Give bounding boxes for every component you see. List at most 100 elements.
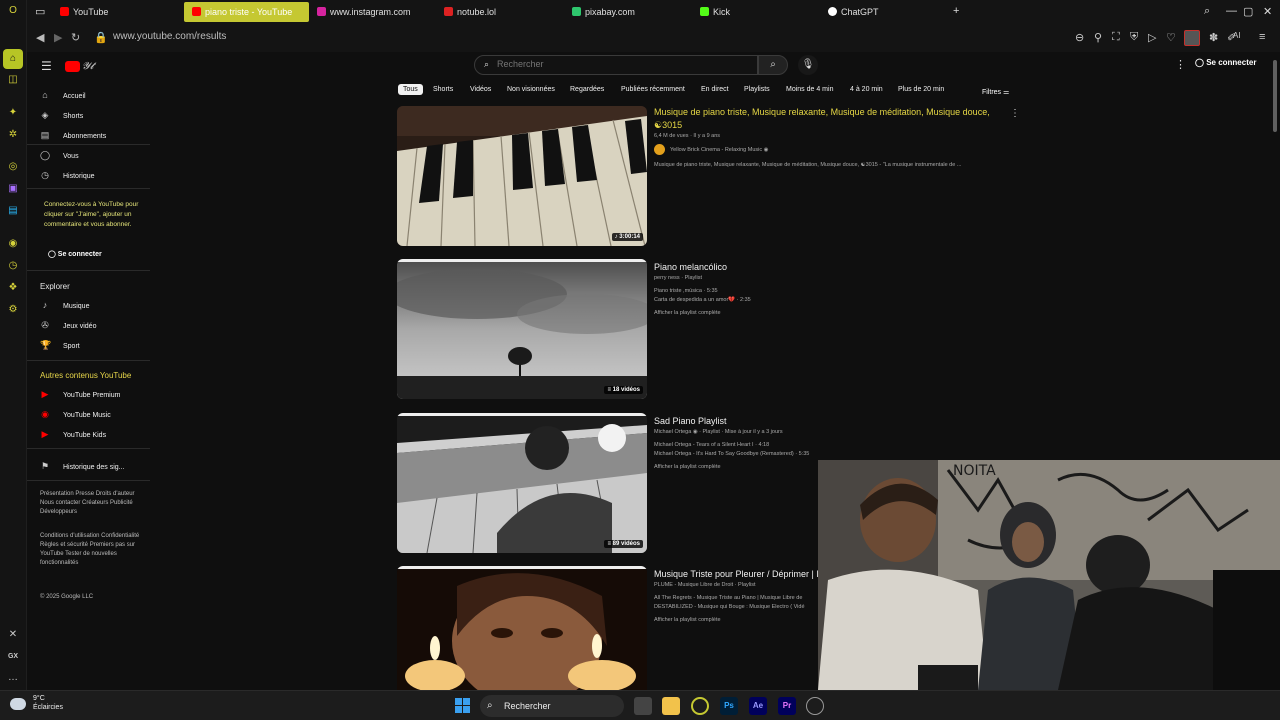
chip-videos[interactable]: Vidéos xyxy=(470,86,491,93)
channel-avatar[interactable] xyxy=(654,144,665,155)
weather-widget[interactable]: 9°C Éclaircies xyxy=(10,694,63,712)
sign-in-button[interactable]: ◯ Se connecter xyxy=(1195,58,1256,67)
search-button[interactable]: ⌕ xyxy=(758,55,788,75)
guide-item-history[interactable]: ◷ Historique xyxy=(40,170,94,181)
playlist-thumbnail[interactable]: ≡ 89 vidéos xyxy=(397,413,647,553)
pin-page-icon[interactable]: ⚲ xyxy=(1094,31,1102,44)
app-icon[interactable] xyxy=(806,697,824,715)
settings-icon[interactable]: ⚙ xyxy=(6,303,20,317)
history-icon[interactable]: ◷ xyxy=(6,259,20,273)
chip-all[interactable]: Tous xyxy=(398,84,423,95)
playlist-video-line[interactable]: Michael Ortega - Tears of a Silent Heart… xyxy=(654,441,1004,450)
youtube-logo[interactable]: 𝓨𝓽 xyxy=(65,58,94,76)
extensions-icon[interactable]: ❖ xyxy=(6,281,20,295)
playlist-title[interactable]: Piano melancólico xyxy=(654,261,1004,274)
extension-icon[interactable]: ✽ xyxy=(1209,31,1218,44)
show-full-playlist-link[interactable]: Afficher la playlist complète xyxy=(654,617,819,623)
search-input[interactable] xyxy=(497,59,747,69)
heart-icon[interactable]: ♡ xyxy=(1166,31,1176,44)
messenger-icon[interactable]: ▤ xyxy=(6,204,20,218)
guide-item-kids[interactable]: ▶ YouTube Kids xyxy=(40,429,107,440)
show-full-playlist-link[interactable]: Afficher la playlist complète xyxy=(654,310,1004,316)
back-icon[interactable]: ◀ xyxy=(36,31,44,44)
guide-item-home[interactable]: ⌂ Accueil xyxy=(40,90,85,100)
guide-item-premium[interactable]: ▶ YouTube Premium xyxy=(40,389,121,400)
tab-menu-icon[interactable]: ▭ xyxy=(35,5,45,18)
maximize-icon[interactable]: ▢ xyxy=(1243,5,1253,18)
minimize-icon[interactable]: — xyxy=(1226,5,1237,17)
discord-icon[interactable]: ✲ xyxy=(6,128,20,142)
tab-kick[interactable]: Kick xyxy=(700,2,730,22)
windows-start-icon[interactable] xyxy=(455,698,471,714)
ai-button[interactable]: AI xyxy=(1233,31,1241,40)
opera-logo-icon[interactable]: O xyxy=(6,4,20,18)
voice-search-icon[interactable]: 🎙 xyxy=(798,55,818,75)
guide-item-music-app[interactable]: ◉ YouTube Music xyxy=(40,409,111,420)
chip-watched[interactable]: Regardées xyxy=(570,86,604,93)
guide-item-you[interactable]: ◯ Vous xyxy=(40,150,79,161)
forward-icon[interactable]: ▶ xyxy=(54,31,62,44)
playlist-video-line[interactable]: Carta de despedida a un amor💔 · 2:35 xyxy=(654,296,1004,305)
opera-gx-icon[interactable] xyxy=(691,697,709,715)
shield-icon[interactable]: ⛨ xyxy=(1130,31,1138,44)
guide-item-music[interactable]: ♪ Musique xyxy=(40,300,90,310)
search-tabs-icon[interactable]: ⌕ xyxy=(1204,5,1210,18)
chip-under-4[interactable]: Moins de 4 min xyxy=(786,86,833,93)
tab-instagram[interactable]: www.instagram.com xyxy=(317,2,411,22)
tab-youtube[interactable]: YouTube xyxy=(60,2,108,22)
guide-item-gaming[interactable]: ✇ Jeux vidéo xyxy=(40,320,96,331)
guide-item-report-history[interactable]: ⚑ Historique des sig... xyxy=(40,461,125,472)
menu-icon[interactable]: ≡ xyxy=(1259,31,1265,43)
file-explorer-icon[interactable] xyxy=(662,697,680,715)
player-icon[interactable]: ◉ xyxy=(6,237,20,251)
footer-policies[interactable]: Conditions d'utilisation Confidentialité… xyxy=(40,532,150,568)
gx-corner-icon[interactable]: ✦ xyxy=(6,106,20,120)
task-view-icon[interactable] xyxy=(634,697,652,715)
after-effects-icon[interactable]: Ae xyxy=(749,697,767,715)
new-tab-button[interactable]: + xyxy=(953,5,959,17)
tab-pixabay[interactable]: pixabay.com xyxy=(572,2,635,22)
video-title[interactable]: Musique de piano triste, Musique relaxan… xyxy=(654,106,1004,132)
playlist-video-line[interactable]: DESTABILIZED - Musique qui Bouge : Musiq… xyxy=(654,603,819,612)
premiere-icon[interactable]: Pr xyxy=(778,697,796,715)
page-scrollbar[interactable] xyxy=(1273,60,1277,132)
video-thumbnail[interactable]: ♪ 3:00:14 xyxy=(397,106,647,246)
profile-avatar-icon[interactable] xyxy=(1184,30,1200,46)
guide-menu-icon[interactable]: ☰ xyxy=(41,59,52,73)
playlist-title[interactable]: Musique Triste pour Pleurer / Déprimer |… xyxy=(654,568,819,581)
playlist-video-line[interactable]: Piano triste ,música · 5:35 xyxy=(654,287,1004,296)
close-icon[interactable]: ✕ xyxy=(1263,5,1272,18)
playlist-thumbnail[interactable] xyxy=(397,566,647,690)
chip-unwatched[interactable]: Non visionnées xyxy=(507,86,555,93)
chip-4-20[interactable]: 4 à 20 min xyxy=(850,86,883,93)
photoshop-icon[interactable]: Ps xyxy=(720,697,738,715)
chip-live[interactable]: En direct xyxy=(701,86,729,93)
chip-recent[interactable]: Publiées récemment xyxy=(621,86,685,93)
playlist-title[interactable]: Sad Piano Playlist xyxy=(654,415,1004,428)
chip-shorts[interactable]: Shorts xyxy=(433,86,453,93)
chip-over-20[interactable]: Plus de 20 min xyxy=(898,86,944,93)
guide-signin-button[interactable]: ◯ Se connecter xyxy=(48,250,102,258)
home-icon[interactable]: ⌂ xyxy=(3,49,23,69)
twitch-icon[interactable]: ▣ xyxy=(6,182,20,196)
channel-row[interactable]: Yellow Brick Cinema - Relaxing Music ◉ xyxy=(654,144,1004,155)
zoom-icon[interactable]: ⊖ xyxy=(1075,31,1084,44)
settings-more-icon[interactable]: ⋮ xyxy=(1175,58,1186,71)
tab-notube[interactable]: notube.lol xyxy=(444,2,496,22)
guide-item-sports[interactable]: 🏆 Sport xyxy=(40,340,80,351)
player-play-icon[interactable]: ▷ xyxy=(1148,31,1156,44)
playlist-thumbnail[interactable]: ≡ 18 vidéos xyxy=(397,259,647,399)
guide-item-shorts[interactable]: ◈ Shorts xyxy=(40,110,84,121)
gx-control-icon[interactable]: ◫ xyxy=(6,73,20,87)
tab-piano-triste[interactable]: piano triste - YouTube xyxy=(184,2,309,22)
gx-icon[interactable]: GX xyxy=(6,650,20,664)
reload-icon[interactable]: ↻ xyxy=(71,31,80,44)
vpn-icon[interactable]: ◎ xyxy=(6,160,20,174)
pin-icon[interactable]: ✕ xyxy=(6,628,20,642)
footer-links[interactable]: Présentation Presse Droits d'auteur Nous… xyxy=(40,490,150,517)
snapshot-icon[interactable]: ⛶ xyxy=(1112,31,1120,44)
guide-item-subscriptions[interactable]: ▤ Abonnements xyxy=(40,130,106,141)
chip-playlists[interactable]: Playlists xyxy=(744,86,770,93)
filters-button[interactable]: Filtres ⚌ xyxy=(982,88,1009,96)
result-more-icon[interactable]: ⋮ xyxy=(1010,108,1020,119)
